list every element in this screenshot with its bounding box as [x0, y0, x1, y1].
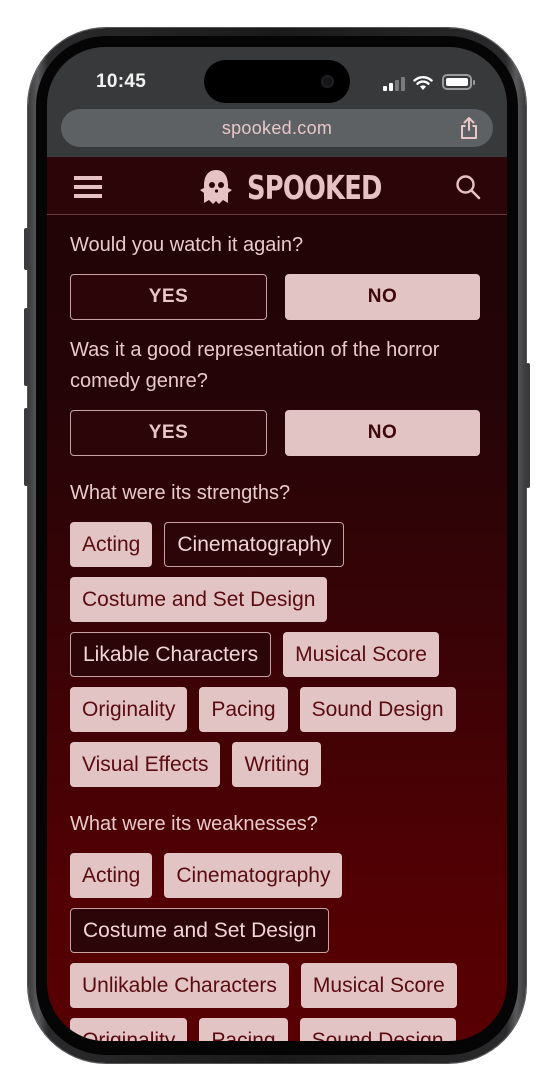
battery-icon [442, 74, 475, 90]
weakness-chip-musical-score[interactable]: Musical Score [300, 963, 457, 1008]
wifi-icon [413, 76, 433, 90]
phone-frame: 10:45 spooked.com SPOOKED Would you watc… [24, 28, 530, 1063]
action-button [24, 228, 28, 270]
share-icon[interactable] [459, 116, 479, 140]
screen: 10:45 spooked.com SPOOKED Would you watc… [47, 47, 507, 1041]
search-icon[interactable] [455, 174, 481, 200]
genre-yes-button[interactable]: YES [70, 410, 267, 456]
weakness-chip-acting[interactable]: Acting [70, 853, 153, 898]
weakness-chip-cinematography[interactable]: Cinematography [164, 853, 343, 898]
strength-chip-likable-characters[interactable]: Likable Characters [70, 632, 272, 677]
site-header: SPOOKED [47, 157, 507, 215]
status-time: 10:45 [96, 71, 147, 92]
url-text: spooked.com [221, 118, 333, 138]
strength-chip-originality[interactable]: Originality [70, 687, 188, 732]
power-button [526, 363, 530, 488]
genre-representation-options: YES NO [70, 410, 486, 456]
hamburger-menu-icon[interactable] [74, 176, 102, 198]
watch-again-options: YES NO [70, 274, 486, 320]
site-logo[interactable]: SPOOKED [199, 167, 420, 207]
strength-chip-costume-and-set-design[interactable]: Costume and Set Design [70, 577, 328, 622]
weakness-chip-pacing[interactable]: Pacing [199, 1018, 288, 1041]
strength-chip-pacing[interactable]: Pacing [199, 687, 288, 732]
address-bar[interactable]: spooked.com [61, 109, 493, 147]
weakness-chip-unlikable-characters[interactable]: Unlikable Characters [70, 963, 289, 1008]
strength-chip-sound-design[interactable]: Sound Design [299, 687, 456, 732]
strength-chip-acting[interactable]: Acting [70, 522, 153, 567]
cellular-signal-icon [383, 77, 405, 91]
volume-down-button [24, 408, 28, 486]
browser-chrome: 10:45 spooked.com [47, 47, 507, 157]
watch-again-yes-button[interactable]: YES [70, 274, 267, 320]
question-weaknesses: What were its weaknesses? [70, 813, 318, 835]
dynamic-island [204, 60, 350, 103]
watch-again-no-button[interactable]: NO [285, 274, 480, 320]
weakness-chip-sound-design[interactable]: Sound Design [299, 1018, 456, 1041]
strengths-chip-group: Acting Cinematography Costume and Set Desi… [70, 522, 486, 787]
volume-up-button [24, 308, 28, 386]
question-genre-representation: Was it a good representation of the horr… [70, 339, 440, 392]
weaknesses-chip-group: Acting Cinematography Costume and Set Desi… [70, 853, 486, 1041]
strength-chip-writing[interactable]: Writing [232, 742, 322, 787]
strength-chip-musical-score[interactable]: Musical Score [283, 632, 439, 677]
weakness-chip-costume-and-set-design[interactable]: Costume and Set Design [70, 908, 330, 953]
strength-chip-cinematography[interactable]: Cinematography [164, 522, 345, 567]
strength-chip-visual-effects[interactable]: Visual Effects [70, 742, 221, 787]
genre-no-button[interactable]: NO [285, 410, 480, 456]
ghost-icon [200, 170, 232, 204]
weakness-chip-originality[interactable]: Originality [70, 1018, 188, 1041]
question-strengths: What were its strengths? [70, 482, 291, 504]
camera-icon [321, 75, 334, 88]
question-watch-again: Would you watch it again? [70, 234, 304, 256]
review-form: Would you watch it again? YES NO Was it … [70, 230, 486, 1041]
logo-text: SPOOKED [247, 167, 382, 207]
